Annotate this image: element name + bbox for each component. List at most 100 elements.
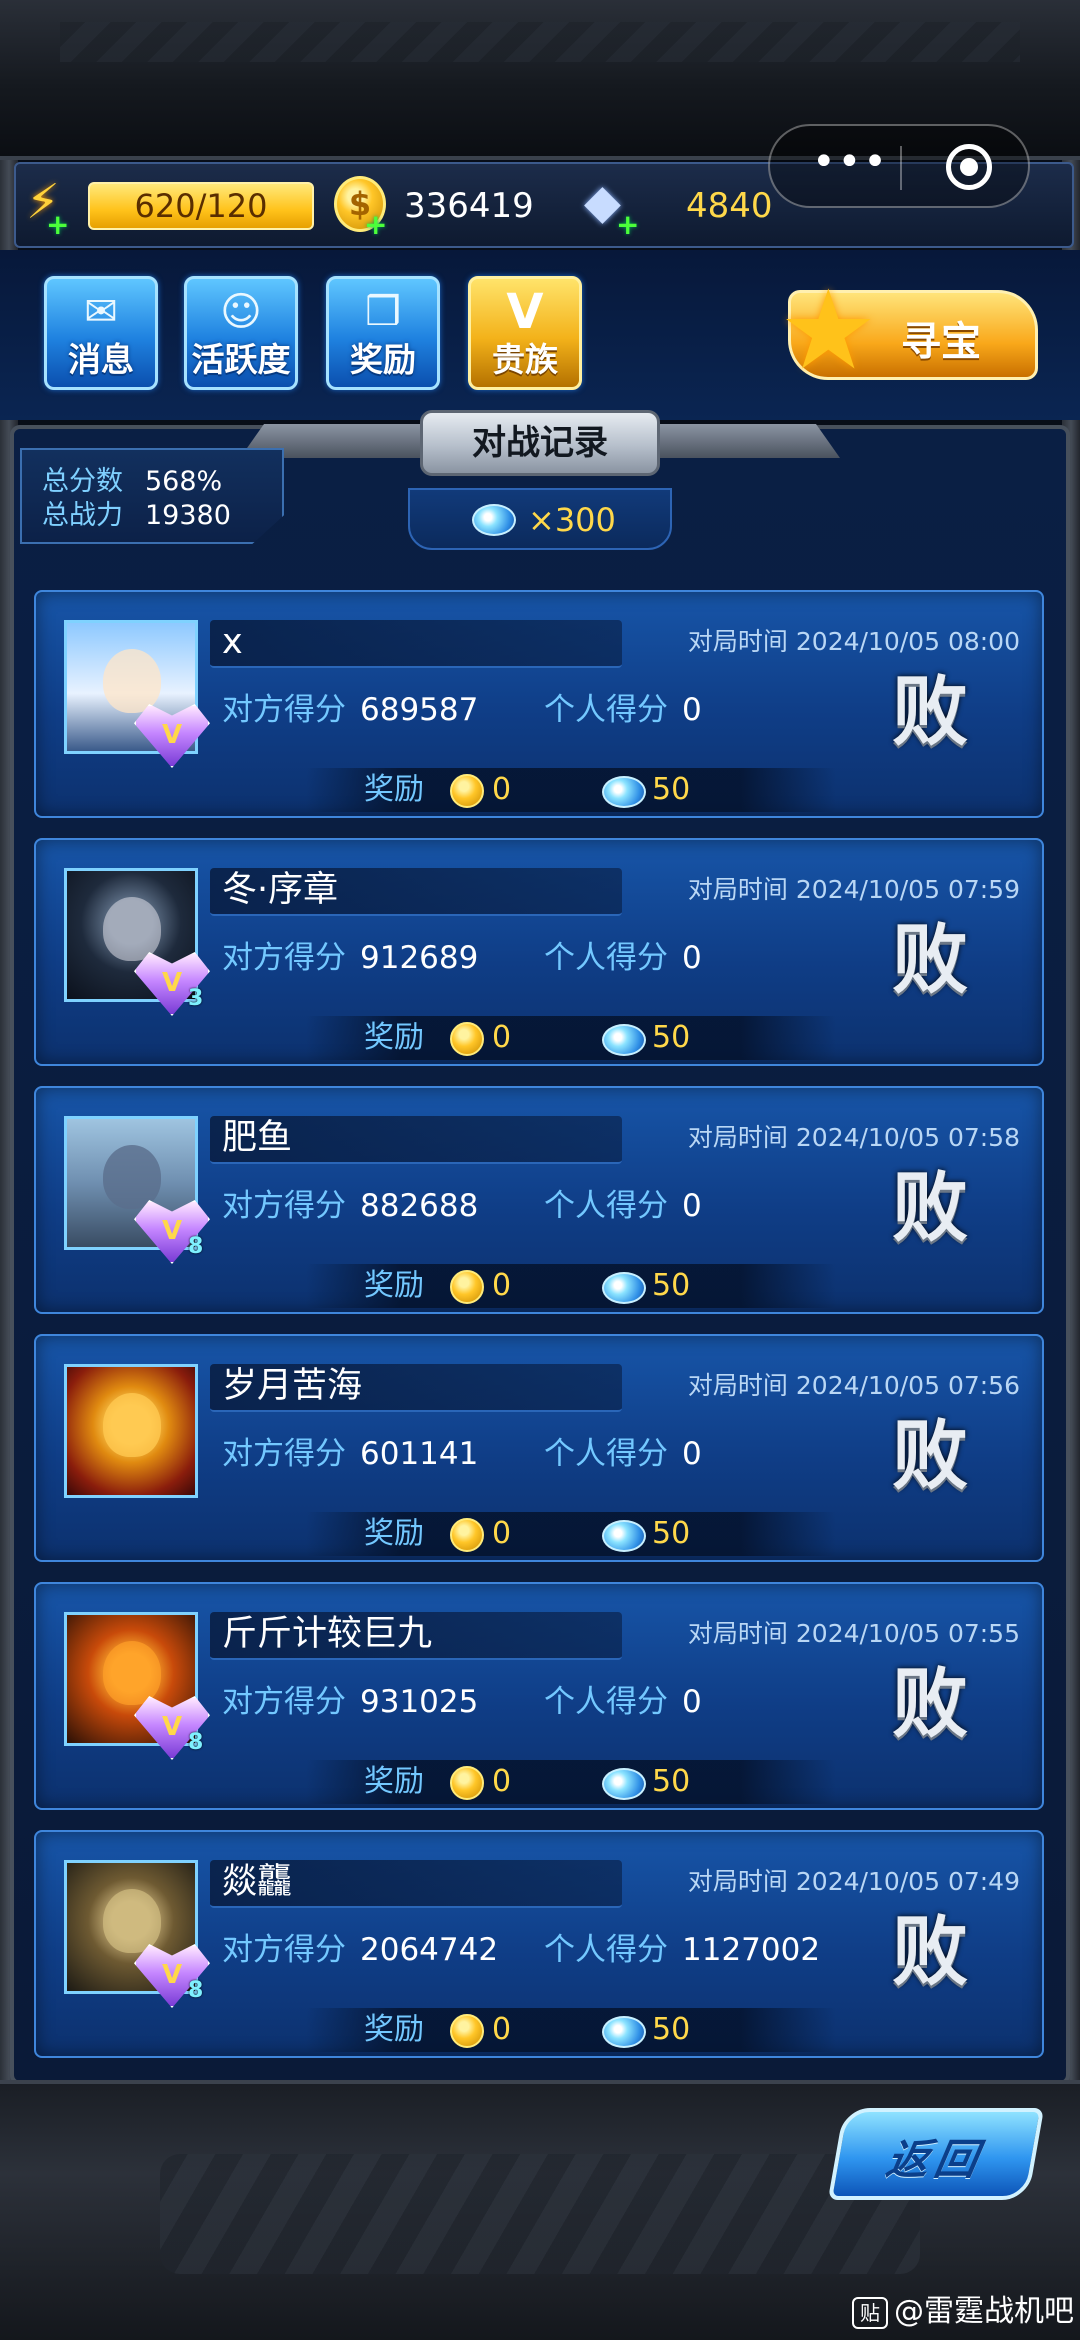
rewards-button[interactable]: ❒ 奖励 [326,276,440,390]
match-result: 败 [892,1163,968,1252]
personal-score-label: 个人得分 [544,692,668,728]
vip-level: 8 [188,1730,204,1755]
add-coins-icon[interactable]: + [364,208,387,241]
coin-icon [450,1270,484,1304]
opponent-score-label: 对方得分 [222,940,346,976]
opponent-score-label: 对方得分 [222,692,346,728]
record-card[interactable]: V 8 燚龘 对局时间 2024/10/05 07:49 对方得分 2064742 … [34,1830,1044,2058]
match-time-value: 2024/10/05 08:00 [795,627,1020,656]
miniprogram-capsule: ••• [768,124,1030,208]
match-time-label: 对局时间 [687,1619,788,1648]
total-power-label: 总战力 [42,500,123,531]
coin-reward: 0 [492,2012,512,2047]
watermark-text: @雷霆战机吧 [894,2294,1074,2329]
ticket-reward: 50 [652,1268,691,1303]
coin-icon [450,1766,484,1800]
match-result: 败 [892,1659,968,1748]
smiley-icon: ☺ [220,289,262,335]
back-label: 返回 [882,2135,988,2184]
match-time-value: 2024/10/05 07:55 [795,1619,1020,1648]
opponent-score-value: 912689 [360,940,479,976]
ticket-icon [602,1768,646,1800]
coin-icon [450,774,484,808]
avatar-face [103,1641,161,1705]
record-card[interactable]: V 8 肥鱼 对局时间 2024/10/05 07:58 对方得分 882688 个… [34,1086,1044,1314]
avatar[interactable] [64,1364,198,1498]
add-energy-icon[interactable]: + [46,208,69,241]
personal-score-value: 0 [682,692,702,728]
ticket-icon [602,1024,646,1056]
avatar-image [67,1367,195,1495]
ticket-icon [472,504,516,536]
energy-counter: 620/120 [88,182,314,230]
player-name: 肥鱼 [222,1118,293,1158]
avatar-face [103,897,161,961]
match-time: 对局时间 2024/10/05 07:56 [688,1368,1020,1404]
reward-label: 奖励 [364,2012,424,2047]
ticket-reward: 50 [652,772,691,807]
coin-icon [450,1518,484,1552]
panel-title: 对战记录 [420,410,660,476]
ticket-reward: 50 [652,1764,691,1799]
match-time: 对局时间 2024/10/05 07:59 [688,872,1020,908]
close-miniprogram-icon[interactable] [946,144,992,190]
treasure-hunt-button[interactable]: ★ 寻宝 [779,275,1038,385]
match-time-label: 对局时间 [687,1123,788,1152]
ticket-bonus-box: ×300 [408,488,672,550]
avatar-face [103,1889,161,1953]
match-time-label: 对局时间 [687,627,788,656]
capsule-divider [900,146,902,190]
record-card[interactable]: V x 对局时间 2024/10/05 08:00 对方得分 689587 个人得分… [34,590,1044,818]
ticket-reward: 50 [652,1516,691,1551]
record-card[interactable]: 岁月苦海 对局时间 2024/10/05 07:56 对方得分 601141 个人得… [34,1334,1044,1562]
match-result: 败 [892,1907,968,1996]
total-power-value: 19380 [145,500,231,531]
personal-score: 个人得分 0 [544,936,702,980]
opponent-score-value: 931025 [360,1684,479,1720]
match-time-value: 2024/10/05 07:58 [795,1123,1020,1152]
match-time: 对局时间 2024/10/05 07:58 [688,1120,1020,1156]
messages-button[interactable]: ✉ 消息 [44,276,158,390]
watermark: 贴 @雷霆战机吧 [852,2292,1074,2332]
personal-score-label: 个人得分 [544,940,668,976]
reward-label: 奖励 [364,1268,424,1303]
total-score-value: 568% [145,466,223,497]
match-time: 对局时间 2024/10/05 07:49 [688,1864,1020,1900]
reward-label: 奖励 [364,1020,424,1055]
reward-label: 奖励 [364,772,424,807]
reward-label: 奖励 [364,1516,424,1551]
personal-score-label: 个人得分 [544,1684,668,1720]
coin-reward: 0 [492,1764,512,1799]
coin-reward: 0 [492,1268,512,1303]
record-card[interactable]: V 8 斤斤计较巨九 对局时间 2024/10/05 07:55 对方得分 9310… [34,1582,1044,1810]
opponent-score: 对方得分 689587 [222,688,478,732]
personal-score: 个人得分 1127002 [544,1928,820,1972]
record-card[interactable]: V 3 冬·序章 对局时间 2024/10/05 07:59 对方得分 912689… [34,838,1044,1066]
personal-score-label: 个人得分 [544,1188,668,1224]
player-name: 燚龘 [222,1862,293,1902]
match-time-label: 对局时间 [687,1867,788,1896]
star-jet-icon: ★ [779,266,878,394]
coin-icon [450,1022,484,1056]
opponent-score-label: 对方得分 [222,1932,346,1968]
diamond-counter: 4840 [686,186,773,226]
ticket-reward: 50 [652,1020,691,1055]
more-menu-icon[interactable]: ••• [812,142,889,182]
opponent-score-value: 882688 [360,1188,479,1224]
coin-reward: 0 [492,772,512,807]
match-time-value: 2024/10/05 07:56 [795,1371,1020,1400]
back-button[interactable]: 返回 [827,2108,1045,2200]
vip-wings-icon: V [506,284,544,340]
opponent-score: 对方得分 882688 [222,1184,478,1228]
match-time-value: 2024/10/05 07:49 [795,1867,1020,1896]
name-bar [210,620,622,668]
match-time: 对局时间 2024/10/05 08:00 [688,624,1020,660]
add-diamonds-icon[interactable]: + [616,208,639,241]
personal-score-value: 0 [682,1188,702,1224]
reward-label: 奖励 [364,1764,424,1799]
avatar-face [103,1145,161,1209]
activity-button[interactable]: ☺ 活跃度 [184,276,298,390]
noble-label: 贵族 [492,340,558,379]
noble-button[interactable]: V 贵族 [468,276,582,390]
total-power-row: 总战力 19380 [42,500,231,532]
